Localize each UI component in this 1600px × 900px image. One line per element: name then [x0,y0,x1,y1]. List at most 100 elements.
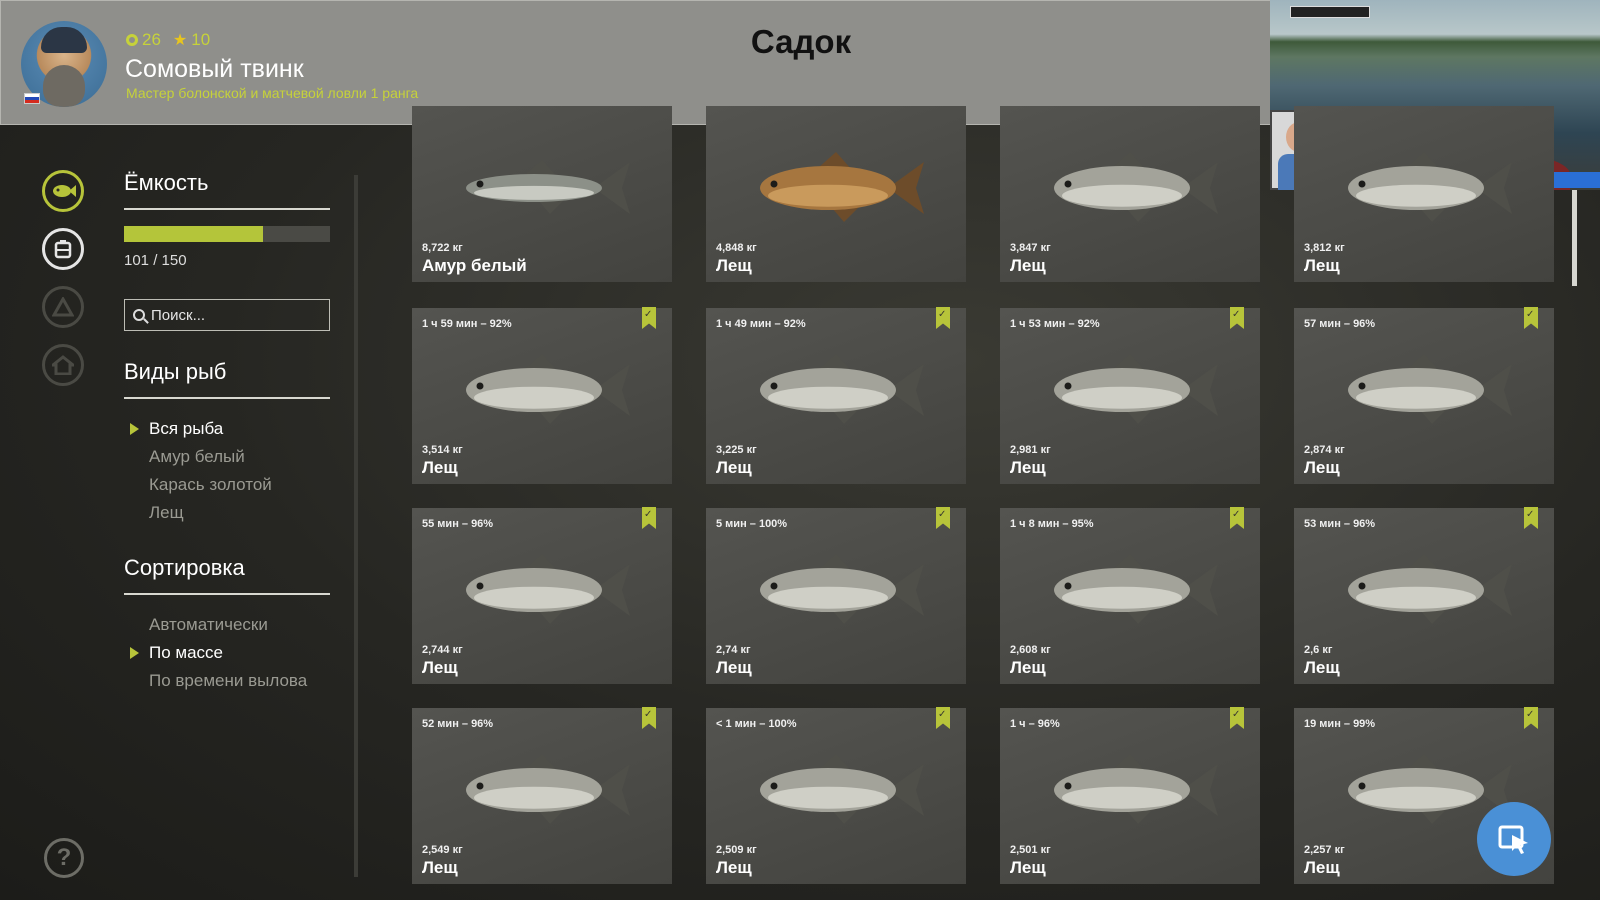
catch-time-quality: 1 ч 8 мин – 95% [1010,518,1094,530]
bookmark-icon[interactable] [1524,507,1538,529]
cursor-button[interactable] [1477,802,1551,876]
panel-divider [354,175,358,877]
fish-image [1054,354,1218,424]
fish-weight: 2,257 кг [1304,844,1345,856]
fish-card[interactable]: 1 ч 49 мин – 92% 3,225 кг Лещ [706,307,966,484]
fish-card[interactable]: 1 ч – 96% 2,501 кг Лещ [1000,707,1260,884]
help-icon[interactable]: ? [44,838,84,878]
fish-weight: 3,225 кг [716,444,757,456]
bookmark-icon[interactable] [1524,307,1538,329]
bookmark-icon[interactable] [1230,307,1244,329]
fish-name: Лещ [1010,858,1046,877]
fish-name: Лещ [422,458,458,477]
home-icon[interactable] [42,344,84,386]
fish-card[interactable]: 8,722 кг Амур белый [412,106,672,282]
fish-card[interactable]: 5 мин – 100% 2,74 кг Лещ [706,507,966,684]
fish-card[interactable]: < 1 мин – 100% 2,509 кг Лещ [706,707,966,884]
fish-weight: 3,514 кг [422,444,463,456]
fish-image [466,354,630,424]
fish-name: Лещ [422,658,458,677]
page-title-text: Садок [750,23,852,60]
fish-name: Лещ [1010,658,1046,677]
fish-weight: 2,608 кг [1010,644,1051,656]
search-input[interactable] [151,306,321,324]
scrollbar[interactable] [1572,190,1577,286]
bookmark-icon[interactable] [936,707,950,729]
species-title: Виды рыб [124,359,330,399]
sort-item[interactable]: По массе [124,639,330,667]
fish-weight: 3,847 кг [1010,242,1051,254]
bookmark-icon[interactable] [1524,707,1538,729]
fish-name: Лещ [1304,658,1340,677]
sorting-title: Сортировка [124,555,330,595]
fish-name: Лещ [716,458,752,477]
fish-card[interactable]: 52 мин – 96% 2,549 кг Лещ [412,707,672,884]
fish-card[interactable]: 3,847 кг Лещ [1000,106,1260,282]
game-hud [1290,6,1370,18]
fish-name: Лещ [716,658,752,677]
catch-time-quality: 1 ч – 96% [1010,718,1060,730]
bookmark-icon[interactable] [936,507,950,529]
capacity-text: 101 / 150 [124,252,187,269]
fish-weight: 2,501 кг [1010,844,1051,856]
species-item[interactable]: Амур белый [124,443,330,471]
fish-image [466,160,630,214]
bookmark-icon[interactable] [1230,507,1244,529]
cursor-icon [1498,825,1528,854]
sorting-section: Сортировка Автоматически По массе По време… [124,555,330,695]
fish-card[interactable]: 55 мин – 96% 2,744 кг Лещ [412,507,672,684]
fish-card[interactable]: 4,848 кг Лещ [706,106,966,282]
beard-shape [43,65,85,107]
player-rank: Мастер болонской и матчевой ловли 1 ранг… [126,85,419,101]
fish-weight: 2,744 кг [422,644,463,656]
capacity-fill [124,226,263,242]
bookmark-icon[interactable] [642,507,656,529]
bookmark-icon[interactable] [936,307,950,329]
catch-time-quality: 19 мин – 99% [1304,718,1376,730]
sort-item[interactable]: Автоматически [124,611,330,639]
filter-panel: Ёмкость 101 / 150 Виды рыб Вся рыбаАмур … [124,170,330,695]
fish-image [1054,754,1218,824]
fish-image [760,152,924,222]
species-section: Виды рыб Вся рыба Амур белый Карась золото… [124,359,330,527]
catch-time-quality: 55 мин – 96% [422,518,494,530]
bookmark-icon[interactable] [642,307,656,329]
fish-weight: 2,6 кг [1304,644,1333,656]
capacity-bar [124,226,330,242]
sort-item[interactable]: По времени вылова [124,667,330,695]
fish-card[interactable]: 53 мин – 96% 2,6 кг Лещ [1294,507,1554,684]
fish-image [760,354,924,424]
fish-image [1348,554,1512,624]
sorting-list: Автоматически По массе По времени вылова [124,611,330,695]
catch-time-quality: 53 мин – 96% [1304,518,1376,530]
fish-weight: 3,812 кг [1304,242,1345,254]
fish-weight: 4,848 кг [716,242,757,254]
species-item[interactable]: Лещ [124,499,330,527]
species-item[interactable]: Карась золотой [124,471,330,499]
fish-card[interactable]: 3,812 кг Лещ [1294,106,1554,282]
fish-name: Лещ [1304,458,1340,477]
catch-time-quality: 5 мин – 100% [716,518,788,530]
fish-card[interactable]: 1 ч 59 мин – 92% 3,514 кг Лещ [412,307,672,484]
fish-weight: 8,722 кг [422,242,463,254]
fish-card[interactable]: 1 ч 53 мин – 92% 2,981 кг Лещ [1000,307,1260,484]
fish-weight: 2,981 кг [1010,444,1051,456]
fish-name: Лещ [1304,858,1340,877]
fish-weight: 2,509 кг [716,844,757,856]
fish-weight: 2,74 кг [716,644,751,656]
fish-name: Лещ [422,858,458,877]
fish-keepnet-icon[interactable] [42,170,84,212]
catch-time-quality: 1 ч 49 мин – 92% [716,318,806,330]
camp-icon[interactable] [42,286,84,328]
bookmark-icon[interactable] [642,707,656,729]
catch-time-quality: 1 ч 59 мин – 92% [422,318,512,330]
bookmark-icon[interactable] [1230,707,1244,729]
fish-card[interactable]: 1 ч 8 мин – 95% 2,608 кг Лещ [1000,507,1260,684]
fish-name: Лещ [716,256,752,275]
search-box[interactable] [124,299,330,331]
species-item[interactable]: Вся рыба [124,415,330,443]
tackle-icon[interactable] [42,228,84,270]
fish-name: Лещ [1304,256,1340,275]
fish-card[interactable]: 57 мин – 96% 2,874 кг Лещ [1294,307,1554,484]
fish-weight: 2,549 кг [422,844,463,856]
